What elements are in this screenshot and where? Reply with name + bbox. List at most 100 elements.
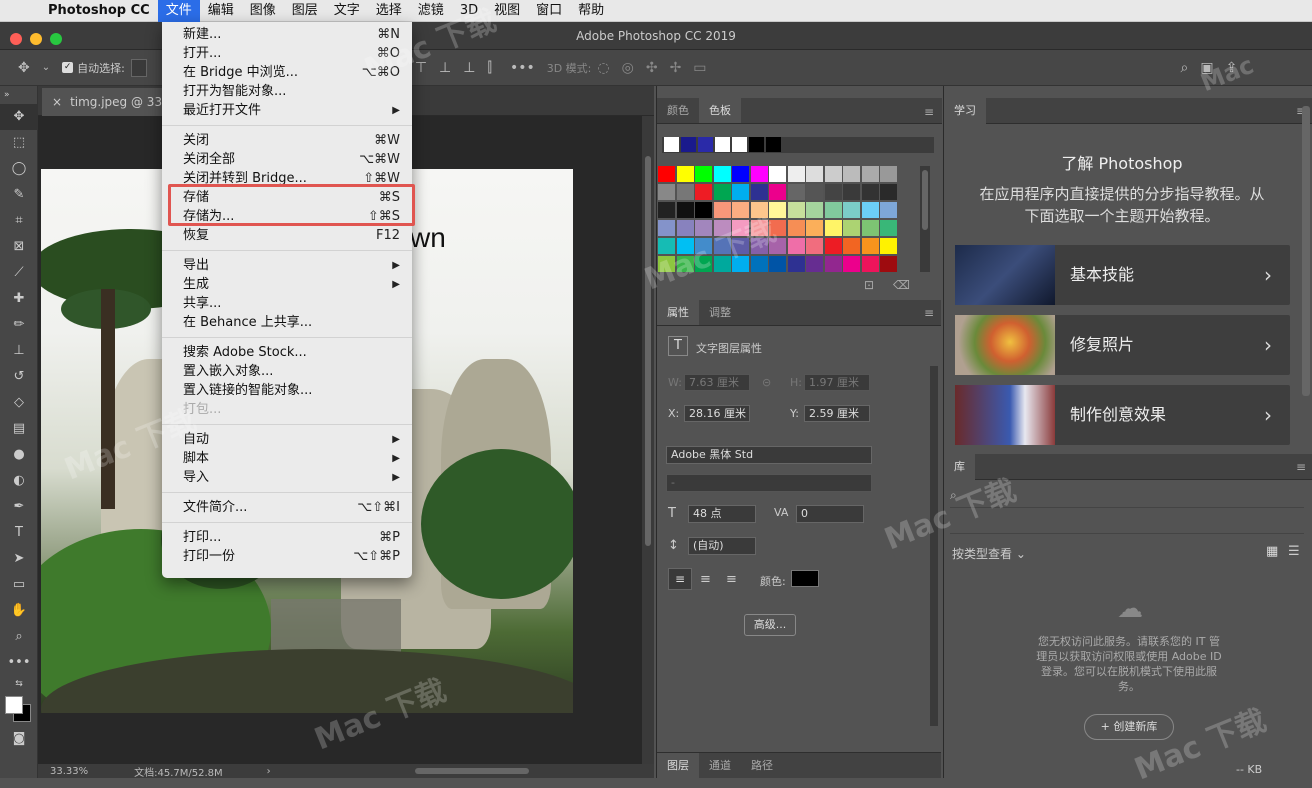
color-swatch[interactable] [843, 166, 860, 182]
file-menu-item[interactable]: 在 Behance 上共享... [162, 313, 412, 332]
menu-help[interactable]: 帮助 [570, 0, 612, 22]
color-swatches[interactable] [0, 692, 38, 726]
color-swatch[interactable] [861, 220, 879, 236]
quick-mask-icon[interactable]: ◙ [0, 726, 38, 752]
collapse-icon[interactable]: » [0, 86, 38, 104]
file-menu-item[interactable]: 置入嵌入对象... [162, 362, 412, 381]
file-menu-item[interactable]: 打印... ⌘P [162, 528, 412, 547]
frame-tool-icon[interactable]: ⊠ [0, 234, 38, 260]
color-swatch[interactable] [732, 166, 749, 182]
color-swatch[interactable] [843, 256, 860, 272]
type-tool-icon[interactable]: T [0, 520, 38, 546]
history-brush-tool-icon[interactable]: ↺ [0, 364, 38, 390]
color-swatch[interactable] [843, 238, 860, 254]
color-swatch[interactable] [880, 256, 897, 272]
path-select-tool-icon[interactable]: ➤ [0, 546, 38, 572]
color-swatch[interactable] [676, 166, 694, 182]
font-size-field[interactable]: 48 点 [688, 505, 756, 523]
menu-edit[interactable]: 编辑 [200, 0, 242, 22]
learn-scrollbar[interactable] [1302, 106, 1310, 396]
color-swatch[interactable] [787, 166, 805, 182]
color-swatch[interactable] [695, 184, 712, 200]
font-style-select[interactable]: - [666, 474, 872, 492]
color-swatch[interactable] [750, 184, 768, 200]
auto-select-checkbox[interactable]: ✓ [62, 62, 74, 73]
3d-slide-icon[interactable]: ✢ [670, 60, 682, 76]
color-swatch[interactable] [824, 184, 842, 200]
panel-menu-icon[interactable]: ≡ [924, 105, 934, 119]
color-swatch[interactable] [861, 202, 879, 218]
close-tab-icon[interactable]: × [52, 95, 62, 109]
brush-tool-icon[interactable]: ✏ [0, 312, 38, 338]
recent-swatch[interactable] [681, 137, 696, 152]
file-menu-item[interactable]: 搜索 Adobe Stock... [162, 343, 412, 362]
search-icon[interactable]: ⌕ [1181, 60, 1189, 76]
properties-menu-icon[interactable]: ≡ [924, 306, 934, 320]
tab-paths[interactable]: 路径 [741, 753, 783, 778]
tab-color[interactable]: 颜色 [657, 98, 699, 123]
color-swatch[interactable] [658, 166, 675, 182]
pen-tool-icon[interactable]: ✒ [0, 494, 38, 520]
color-swatch[interactable] [787, 220, 805, 236]
x-field[interactable]: 28.16 厘米 [684, 405, 750, 422]
more-tools-icon[interactable]: ••• [0, 650, 38, 676]
lasso-tool-icon[interactable]: ◯ [0, 156, 38, 182]
color-swatch[interactable] [695, 166, 712, 182]
distribute-icon[interactable]: ⫿ [487, 60, 491, 76]
trash-icon[interactable]: ⌫ [893, 278, 910, 292]
color-swatch[interactable] [880, 184, 897, 200]
color-swatch[interactable] [658, 202, 675, 218]
file-menu-item[interactable]: 导入 ▶ [162, 468, 412, 487]
advanced-button[interactable]: 高级... [744, 614, 796, 636]
align-vcenter-icon[interactable]: ⊥ [439, 60, 451, 76]
auto-select-dropdown[interactable] [130, 58, 147, 77]
menu-layer[interactable]: 图层 [284, 0, 326, 22]
menu-window[interactable]: 窗口 [528, 0, 570, 22]
color-swatch[interactable] [824, 166, 842, 182]
align-bottom-icon[interactable]: ⊥ [463, 60, 475, 76]
color-swatch[interactable] [769, 256, 786, 272]
color-swatch[interactable] [676, 220, 694, 236]
swatch-scrollbar[interactable] [920, 166, 930, 272]
learn-card-fix-photos[interactable]: 修复照片 › [955, 315, 1290, 375]
3d-pan-icon[interactable]: ✣ [646, 60, 658, 76]
library-select[interactable] [950, 514, 1304, 534]
menu-select[interactable]: 选择 [368, 0, 410, 22]
color-swatch[interactable] [861, 184, 879, 200]
align-right-button[interactable]: ≡ [726, 572, 737, 587]
recent-swatch[interactable] [766, 137, 781, 152]
move-tool-icon[interactable]: ✥ [18, 60, 30, 76]
color-swatch[interactable] [769, 166, 786, 182]
color-swatch[interactable] [824, 220, 842, 236]
new-swatch-icon[interactable]: ⊡ [864, 278, 874, 292]
file-menu-item[interactable]: 最近打开文件 ▶ [162, 101, 412, 120]
color-swatch[interactable] [880, 238, 897, 254]
tab-channels[interactable]: 通道 [699, 753, 741, 778]
color-swatch[interactable] [713, 184, 731, 200]
color-swatch[interactable] [769, 184, 786, 200]
color-swatch[interactable] [861, 238, 879, 254]
color-swatch[interactable] [880, 166, 897, 182]
height-field[interactable]: 1.97 厘米 [804, 374, 870, 391]
tool-preset-chevron-icon[interactable]: ⌄ [42, 62, 50, 73]
tab-adjustments[interactable]: 调整 [699, 300, 741, 325]
color-swatch[interactable] [806, 256, 823, 272]
canvas-vertical-scrollbar[interactable] [642, 116, 654, 764]
recent-swatch[interactable] [698, 137, 713, 152]
tab-library[interactable]: 库 [944, 454, 975, 480]
width-field[interactable]: 7.63 厘米 [684, 374, 750, 391]
menu-type[interactable]: 文字 [326, 0, 368, 22]
gradient-tool-icon[interactable]: ▤ [0, 416, 38, 442]
color-swatch[interactable] [824, 256, 842, 272]
move-tool-icon[interactable]: ✥ [0, 104, 38, 130]
color-swatch[interactable] [861, 256, 879, 272]
file-menu-item[interactable]: 共享... [162, 294, 412, 313]
color-swatch[interactable] [806, 238, 823, 254]
text-color-swatch[interactable] [791, 570, 819, 587]
color-swatch[interactable] [750, 256, 768, 272]
align-left-button[interactable]: ≡ [668, 568, 692, 590]
zoom-tool-icon[interactable]: ⌕ [0, 624, 38, 650]
color-swatch[interactable] [843, 202, 860, 218]
color-swatch[interactable] [824, 238, 842, 254]
3d-roll-icon[interactable]: ◎ [622, 60, 634, 76]
